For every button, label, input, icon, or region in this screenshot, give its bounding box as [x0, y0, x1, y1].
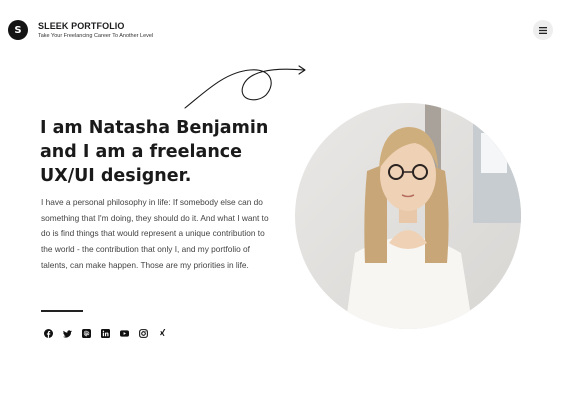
brand: SLEEK PORTFOLIO Take Your Freelancing Ca… — [38, 21, 153, 40]
facebook-icon[interactable] — [44, 329, 53, 338]
social-links — [44, 329, 167, 338]
youtube-icon[interactable] — [120, 329, 129, 338]
pinterest-icon[interactable] — [82, 329, 91, 338]
linkedin-icon[interactable] — [101, 329, 110, 338]
site-header: S SLEEK PORTFOLIO Take Your Freelancing … — [8, 20, 153, 40]
xing-icon[interactable] — [158, 329, 167, 338]
logo[interactable]: S — [8, 20, 28, 40]
decorative-swirl-arrow — [184, 65, 306, 109]
portrait-photo — [295, 103, 521, 329]
brand-tagline: Take Your Freelancing Career To Another … — [38, 32, 154, 39]
brand-name[interactable]: SLEEK PORTFOLIO — [38, 21, 153, 31]
twitter-icon[interactable] — [63, 329, 72, 338]
instagram-icon[interactable] — [139, 329, 148, 338]
divider — [41, 310, 83, 312]
hamburger-icon — [539, 26, 547, 34]
menu-button[interactable] — [533, 20, 553, 40]
hero-headline: I am Natasha Benjamin and I am a freelan… — [40, 118, 269, 186]
hero-bio: I have a personal philosophy in life: If… — [41, 197, 269, 270]
